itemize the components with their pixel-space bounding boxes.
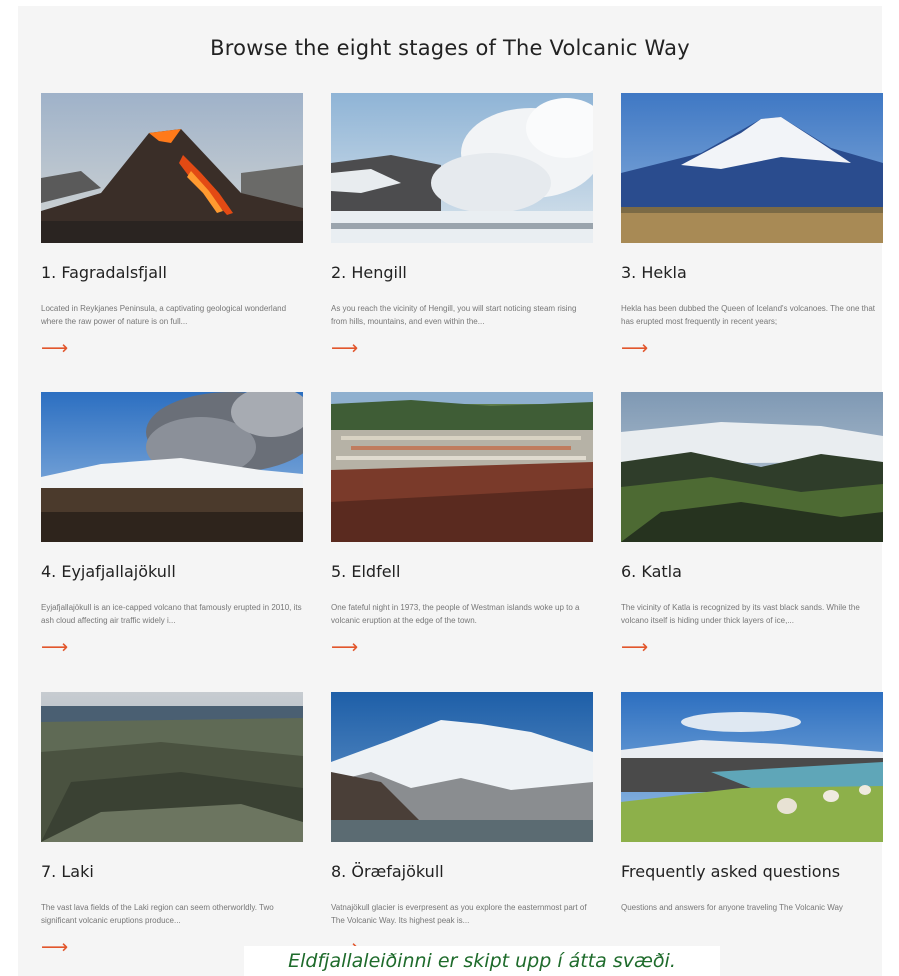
page-title: Browse the eight stages of The Volcanic … [210, 36, 690, 60]
image-caption: Eldfjallaleiðinni er skipt upp í átta sv… [244, 946, 720, 976]
stage-description: Vatnajökull glacier is everpresent as yo… [331, 903, 587, 925]
lava-fields-photo[interactable] [41, 692, 303, 842]
stage-description: Located in Reykjanes Peninsula, a captiv… [41, 304, 287, 326]
arrow-right-icon[interactable]: ⟶ [621, 339, 648, 358]
stage-title[interactable]: 7. Laki [41, 862, 303, 881]
stage-card-oraefajokull[interactable]: 8. Öræfajökull Vatnajökull glacier is ev… [331, 692, 593, 958]
stage-description: Hekla has been dubbed the Queen of Icela… [621, 304, 876, 326]
arrow-right-icon[interactable]: ⟶ [41, 339, 68, 358]
arrow-right-icon[interactable]: ⟶ [41, 638, 68, 657]
stages-section: Browse the eight stages of The Volcanic … [18, 6, 883, 976]
glacier-mountain-photo[interactable] [331, 692, 593, 842]
faq-description: Questions and answers for anyone traveli… [621, 903, 843, 912]
sheep-coast-photo[interactable] [621, 692, 883, 842]
town-view-photo[interactable] [331, 392, 593, 542]
stage-title[interactable]: 6. Katla [621, 562, 883, 581]
stage-card-fagradalsfjall[interactable]: 1. Fagradalsfjall Located in Reykjanes P… [41, 93, 303, 359]
stage-title[interactable]: 8. Öræfajökull [331, 862, 593, 881]
arrow-right-icon[interactable]: ⟶ [621, 638, 648, 657]
stage-card-eldfell[interactable]: 5. Eldfell One fateful night in 1973, th… [331, 392, 593, 658]
stage-title[interactable]: 5. Eldfell [331, 562, 593, 581]
stage-description: The vicinity of Katla is recognized by i… [621, 603, 860, 625]
stage-card-katla[interactable]: 6. Katla The vicinity of Katla is recogn… [621, 392, 883, 658]
stage-card-hekla[interactable]: 3. Hekla Hekla has been dubbed the Queen… [621, 93, 883, 359]
geothermal-steam-photo[interactable] [331, 93, 593, 243]
stage-description: As you reach the vicinity of Hengill, yo… [331, 304, 577, 326]
arrow-right-icon[interactable]: ⟶ [331, 638, 358, 657]
faq-card[interactable]: Frequently asked questions Questions and… [621, 692, 883, 927]
erupting-volcano-photo[interactable] [41, 93, 303, 243]
snowy-volcano-photo[interactable] [621, 93, 883, 243]
glacier-valley-photo[interactable] [621, 392, 883, 542]
arrow-right-icon[interactable]: ⟶ [331, 339, 358, 358]
ash-cloud-photo[interactable] [41, 392, 303, 542]
stage-card-eyjafjallajokull[interactable]: 4. Eyjafjallajökull Eyjafjallajökull is … [41, 392, 303, 658]
stage-title[interactable]: 1. Fagradalsfjall [41, 263, 303, 282]
faq-title[interactable]: Frequently asked questions [621, 862, 883, 881]
stage-description: Eyjafjallajökull is an ice-capped volcan… [41, 603, 302, 625]
stage-title[interactable]: 3. Hekla [621, 263, 883, 282]
stage-description: The vast lava fields of the Laki region … [41, 903, 274, 925]
stage-card-laki[interactable]: 7. Laki The vast lava fields of the Laki… [41, 692, 303, 958]
arrow-right-icon[interactable]: ⟶ [41, 938, 68, 957]
stage-title[interactable]: 2. Hengill [331, 263, 593, 282]
stage-title[interactable]: 4. Eyjafjallajökull [41, 562, 303, 581]
stage-card-hengill[interactable]: 2. Hengill As you reach the vicinity of … [331, 93, 593, 359]
stage-description: One fateful night in 1973, the people of… [331, 603, 580, 625]
